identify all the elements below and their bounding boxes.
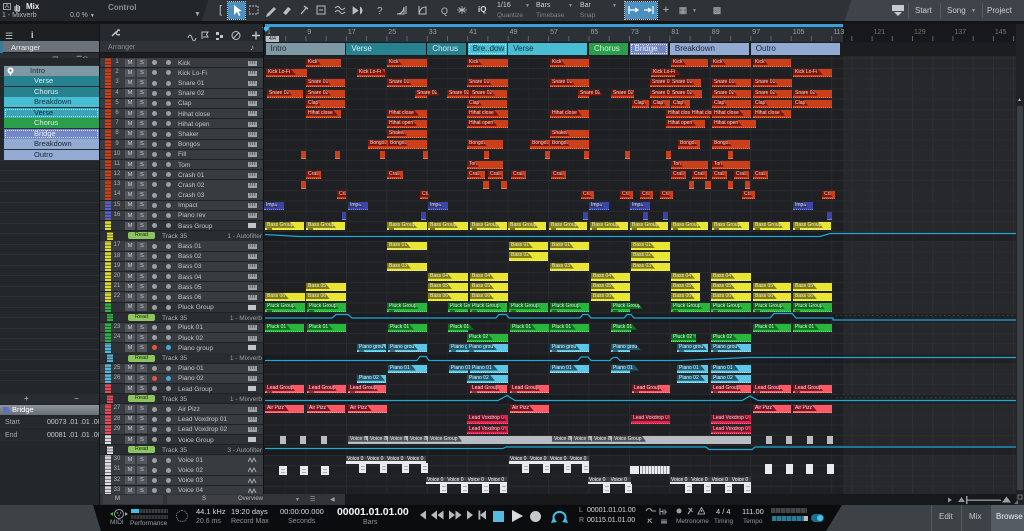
svg-text:?: ? (377, 6, 383, 17)
svg-text:Q: Q (441, 6, 448, 16)
